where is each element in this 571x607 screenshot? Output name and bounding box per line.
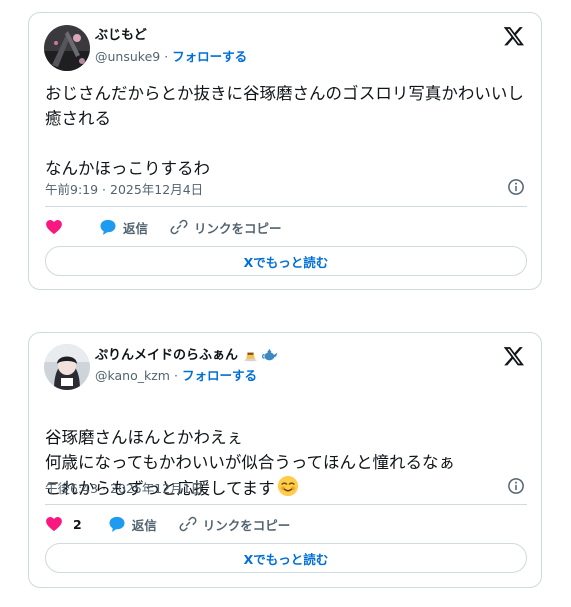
handle-row: @unsuke9 · フォローする: [95, 49, 247, 65]
follow-button[interactable]: フォローする: [172, 49, 247, 64]
tweet-text: おじさんだからとか抜きに谷琢磨さんのゴスロリ写真かわいいし癒される なんかほっこ…: [45, 84, 524, 178]
teapot-emoji-icon: [262, 349, 278, 361]
handle-row: @kano_kzm · フォローする: [95, 368, 257, 384]
like-button[interactable]: [45, 218, 69, 236]
avatar[interactable]: [44, 344, 90, 390]
link-icon: [170, 219, 188, 235]
action-bar: 2 返信 リンクをコピー: [45, 514, 290, 534]
smiling-face-icon: [277, 475, 298, 497]
tweet-card-1: ぶじもど @unsuke9 · フォローする おじさんだからとか抜きに谷琢磨さん…: [28, 12, 542, 290]
reply-label: 返信: [131, 517, 157, 533]
info-icon[interactable]: [507, 178, 525, 196]
copy-link-label: リンクをコピー: [194, 220, 282, 236]
timestamp[interactable]: 午後6:43 · 2025年12月1日: [45, 478, 203, 497]
reply-button[interactable]: 返信: [99, 218, 148, 237]
pudding-emoji-icon: [243, 352, 257, 362]
tweet-card-2: ぷりんメイドのらふぁん @kano_kzm · フォローする 谷琢磨さんほんとか…: [28, 332, 542, 588]
display-name[interactable]: ぷりんメイドのらふぁん: [95, 348, 238, 363]
timestamp[interactable]: 午前9:19 · 2025年12月4日: [45, 179, 203, 198]
heart-icon: [46, 219, 62, 235]
separator: ·: [173, 368, 178, 383]
reply-bubble-icon: [100, 219, 116, 235]
info-icon[interactable]: [507, 477, 525, 495]
copy-link-button[interactable]: リンクをコピー: [170, 218, 282, 237]
like-button[interactable]: 2: [45, 515, 82, 533]
reply-label: 返信: [123, 220, 149, 236]
follow-button[interactable]: フォローする: [182, 368, 257, 383]
divider: [45, 504, 527, 505]
x-logo-icon[interactable]: [503, 25, 525, 47]
heart-icon: [46, 516, 62, 532]
like-count: 2: [73, 516, 82, 532]
avatar[interactable]: [44, 25, 90, 71]
handle[interactable]: @kano_kzm: [95, 368, 170, 383]
reply-bubble-icon: [109, 516, 125, 532]
divider: [45, 206, 527, 207]
read-more-button[interactable]: Xでもっと読む: [45, 543, 527, 573]
copy-link-button[interactable]: リンクをコピー: [179, 515, 291, 534]
link-icon: [179, 516, 197, 532]
copy-link-label: リンクをコピー: [202, 517, 291, 533]
action-bar: 返信 リンクをコピー: [45, 217, 282, 237]
handle[interactable]: @unsuke9: [95, 49, 160, 64]
display-name[interactable]: ぶじもど: [95, 28, 147, 44]
separator: ·: [164, 49, 169, 64]
x-logo-icon[interactable]: [503, 345, 525, 367]
read-more-button[interactable]: Xでもっと読む: [45, 246, 527, 276]
reply-button[interactable]: 返信: [108, 515, 157, 534]
display-name-row: ぷりんメイドのらふぁん: [95, 347, 278, 364]
